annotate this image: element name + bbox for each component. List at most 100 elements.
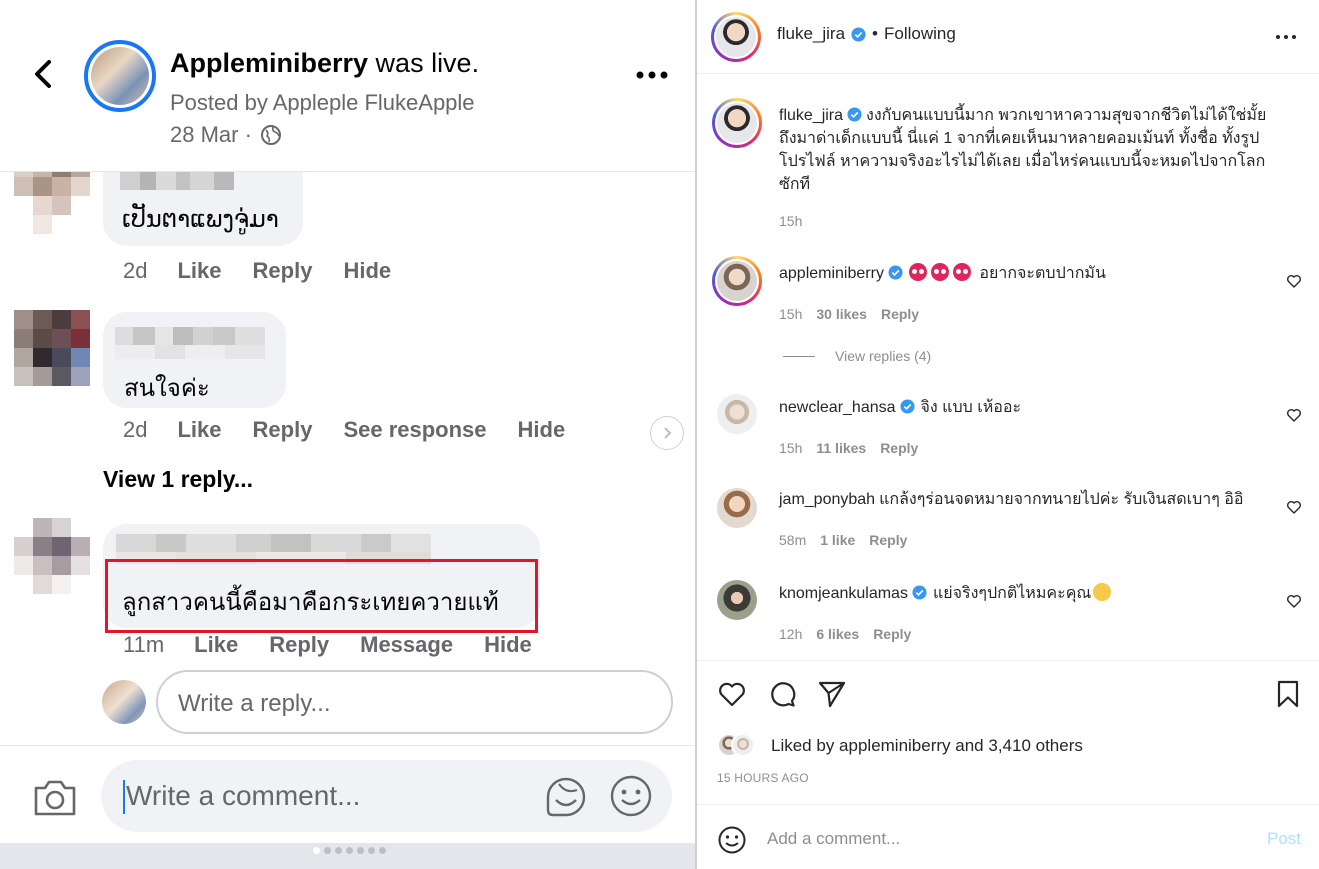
- like-button[interactable]: Like: [194, 632, 238, 658]
- reply-button[interactable]: Reply: [269, 632, 329, 658]
- comment-likes[interactable]: 30 likes: [816, 306, 867, 322]
- author-username[interactable]: fluke_jira: [777, 24, 845, 44]
- verified-badge-icon: [912, 585, 927, 600]
- comment-actions: 2d Like Reply See response Hide: [123, 417, 596, 443]
- comment-composer: Write a comment...: [0, 745, 695, 843]
- add-comment-row: Add a comment... Post: [697, 804, 1319, 869]
- page-indicator-bar: [0, 843, 695, 869]
- globe-icon: [260, 125, 281, 145]
- comment-avatar[interactable]: [717, 488, 757, 528]
- reply-avatar: [102, 680, 146, 724]
- scroll-right-button[interactable]: [650, 416, 684, 450]
- comment-likes[interactable]: 1 like: [820, 532, 855, 548]
- comment-likes[interactable]: 6 likes: [816, 626, 859, 642]
- comment-input[interactable]: Write a comment...: [101, 760, 672, 832]
- caption-text: fluke_jira งงกับคนแบบนี้มาก พวกเขาหาความส…: [779, 107, 1267, 193]
- like-heart-icon[interactable]: [717, 679, 747, 709]
- comment-avatar[interactable]: [717, 580, 757, 620]
- verified-badge-icon: [888, 265, 903, 280]
- comment-username[interactable]: jam_ponybah: [779, 491, 875, 508]
- comment-username[interactable]: newclear_hansa: [779, 399, 896, 416]
- chevron-right-icon: [664, 427, 672, 439]
- reply-button[interactable]: Reply: [253, 417, 313, 443]
- page-avatar[interactable]: [84, 40, 156, 112]
- like-button[interactable]: Like: [177, 258, 221, 284]
- page-indicator-dots: [313, 847, 386, 854]
- caption-username[interactable]: fluke_jira: [779, 107, 843, 124]
- comments-section: fluke_jira งงกับคนแบบนี้มาก พวกเขาหาความส…: [697, 74, 1319, 660]
- blurred-commenter-name-2: [115, 345, 265, 359]
- share-paper-plane-icon[interactable]: [817, 679, 847, 709]
- separator: •: [872, 24, 878, 43]
- post-actions: Liked by appleminiberry and 3,410 others…: [697, 660, 1319, 869]
- heart-icon[interactable]: [1286, 499, 1302, 515]
- sticker-icon[interactable]: [543, 774, 589, 820]
- comment-text: ເປັນຕາແພງຈູ່ມາ: [122, 206, 279, 233]
- comment-username[interactable]: appleminiberry: [779, 265, 884, 282]
- comment-username[interactable]: knomjeankulamas: [779, 585, 908, 602]
- liked-by-user[interactable]: appleminiberry: [839, 736, 951, 755]
- following-button[interactable]: Following: [884, 24, 956, 44]
- hide-button[interactable]: Hide: [518, 417, 566, 443]
- comment-bubble-icon[interactable]: [767, 679, 797, 709]
- see-response-button[interactable]: See response: [343, 417, 486, 443]
- message-button[interactable]: Message: [360, 632, 453, 658]
- bookmark-icon[interactable]: [1273, 679, 1303, 709]
- angry-emoji-icon: [930, 263, 949, 281]
- author-avatar[interactable]: [711, 12, 761, 62]
- comment-text: appleminiberry อยากจะตบปากมัน: [779, 263, 1106, 282]
- liked-by-summary: Liked by appleminiberry and 3,410 others: [771, 736, 1083, 755]
- blurred-commenter-name: [115, 327, 265, 345]
- red-highlight-box: [105, 559, 538, 633]
- caption-meta: 15h: [779, 213, 802, 229]
- comment-avatar[interactable]: [712, 256, 762, 306]
- camera-icon[interactable]: [32, 776, 78, 818]
- instagram-panel: fluke_jira • Following fluke_jira งงกับคน…: [697, 0, 1319, 869]
- blurred-commenter-name: [120, 172, 234, 190]
- hide-button[interactable]: Hide: [343, 258, 391, 284]
- reply-button[interactable]: Reply: [881, 306, 919, 322]
- reply-button[interactable]: Reply: [873, 626, 911, 642]
- reply-button[interactable]: Reply: [869, 532, 907, 548]
- reply-button[interactable]: Reply: [253, 258, 313, 284]
- comment-time: 2d: [123, 258, 148, 283]
- comment-meta: 15h 11 likes Reply: [779, 440, 919, 456]
- back-arrow-icon[interactable]: [24, 54, 64, 94]
- verified-badge-icon: [847, 107, 862, 122]
- post-header: fluke_jira • Following: [697, 0, 1319, 74]
- comment-avatar: [14, 310, 90, 386]
- emoji-icon[interactable]: [609, 774, 653, 818]
- comment-likes[interactable]: 11 likes: [816, 440, 866, 456]
- post-button[interactable]: Post: [1267, 829, 1301, 849]
- author-info: fluke_jira • Following: [777, 24, 956, 44]
- comment-meta: 12h 6 likes Reply: [779, 626, 912, 642]
- reply-button[interactable]: Reply: [880, 440, 918, 456]
- reply-input[interactable]: Write a reply...: [156, 670, 673, 734]
- comment-text: knomjeankulamas แย่จริงๆปกติไหมคะคุณ: [779, 582, 1284, 605]
- caption-avatar[interactable]: [712, 98, 762, 148]
- comment-avatar: [14, 518, 90, 594]
- add-comment-input[interactable]: Add a comment...: [767, 829, 900, 849]
- emoji-icon[interactable]: [717, 825, 747, 855]
- like-button[interactable]: Like: [177, 417, 221, 443]
- text-caret: [123, 780, 125, 814]
- hide-button[interactable]: Hide: [484, 632, 532, 658]
- more-options-icon[interactable]: [634, 60, 670, 90]
- comment-text: newclear_hansa จิง แบบ เห้ออะ: [779, 399, 1022, 416]
- liked-by-others[interactable]: 3,410 others: [988, 736, 1083, 755]
- view-reply-link[interactable]: View 1 reply...: [103, 466, 253, 493]
- heart-icon[interactable]: [1286, 593, 1302, 609]
- liked-by-avatars: [717, 733, 757, 759]
- fb-post-header: Appleminiberry was live. Posted by Apple…: [0, 0, 695, 172]
- verified-badge-icon: [900, 399, 915, 414]
- view-replies-link[interactable]: View replies (4): [783, 348, 931, 364]
- heart-icon[interactable]: [1286, 273, 1302, 289]
- divider-line: [783, 355, 815, 357]
- heart-icon[interactable]: [1286, 407, 1302, 423]
- comment-avatar[interactable]: [717, 394, 757, 434]
- more-options-icon[interactable]: [1274, 27, 1298, 47]
- page-name[interactable]: Appleminiberry: [170, 48, 368, 78]
- posted-by: Posted by Appleple FlukeApple: [170, 90, 475, 115]
- angry-emoji-icon: [908, 263, 927, 281]
- post-date: 28 Mar ·: [170, 122, 282, 148]
